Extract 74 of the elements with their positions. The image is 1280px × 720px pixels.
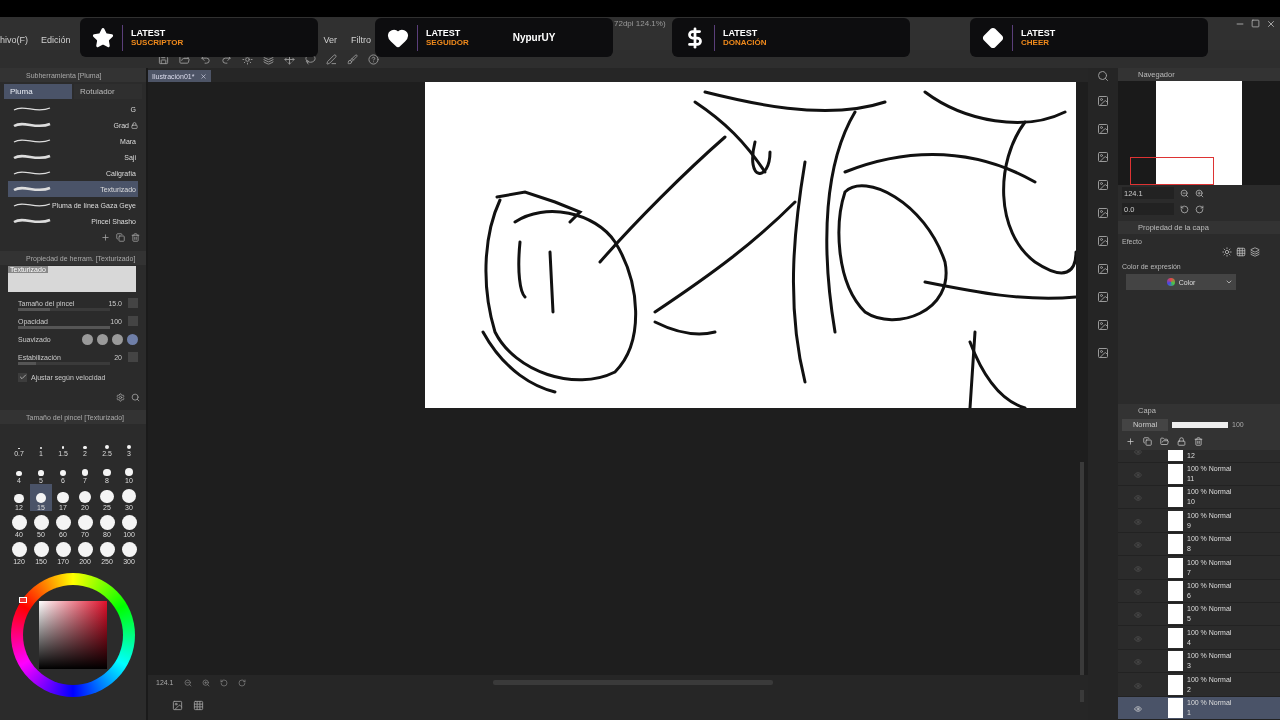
alert-type: SUSCRIPTOR xyxy=(131,37,184,47)
layer-thumbnail xyxy=(1168,581,1183,602)
alert-heading: LATEST xyxy=(1021,28,1056,38)
alert-type: SEGUIDOR xyxy=(426,37,469,47)
pen-icon[interactable] xyxy=(326,53,337,65)
window-title: 72dpi 124.1%) xyxy=(614,19,666,28)
alert-type: DONACIÓN xyxy=(723,37,767,47)
rotate-right-icon[interactable] xyxy=(1195,204,1204,214)
new-layer-icon[interactable] xyxy=(1126,436,1135,446)
search-icon[interactable] xyxy=(1097,70,1109,82)
smoothing-option[interactable] xyxy=(97,333,108,345)
subtool-tab[interactable]: Pluma xyxy=(4,84,72,99)
alert-name: NypurUY xyxy=(512,32,556,43)
chevron-down-icon xyxy=(1225,278,1233,286)
brush-stroke-icon xyxy=(12,152,52,162)
hue-handle[interactable] xyxy=(19,597,27,603)
view-frame[interactable] xyxy=(1130,157,1214,185)
menu-item[interactable]: Ver xyxy=(323,35,338,45)
lock-icon xyxy=(131,121,138,129)
brush-stroke-icon xyxy=(12,216,52,226)
opacity-slider[interactable] xyxy=(1172,421,1228,428)
folder-icon[interactable] xyxy=(1160,436,1169,446)
alert-heading: LATEST xyxy=(426,28,462,38)
image-icon[interactable] xyxy=(172,699,183,711)
settings-icon[interactable] xyxy=(116,392,125,402)
zoom-in-icon[interactable] xyxy=(201,678,210,687)
grid-icon[interactable] xyxy=(1236,247,1246,257)
grid-icon[interactable] xyxy=(193,699,204,711)
rotate-left-icon[interactable] xyxy=(1180,204,1189,214)
menu-item[interactable]: Filtro xyxy=(351,35,372,45)
layers-icon[interactable] xyxy=(1250,247,1260,257)
star-icon xyxy=(92,26,114,49)
layer-thumbnail xyxy=(1168,627,1183,648)
menu-item[interactable]: hivo(F) xyxy=(0,35,28,45)
search-icon[interactable] xyxy=(131,392,140,402)
alert-heading: LATEST xyxy=(131,28,167,38)
smoothing-option[interactable] xyxy=(127,333,138,345)
color-square[interactable] xyxy=(39,601,107,669)
close-icon[interactable] xyxy=(200,72,208,80)
layer-thumbnail xyxy=(1168,510,1183,531)
layer-thumbnail xyxy=(1168,698,1183,718)
layer-thumbnail xyxy=(1168,674,1183,695)
smoothing-option[interactable] xyxy=(82,333,93,345)
zoom-out-icon[interactable] xyxy=(183,678,192,687)
rotate-right-icon[interactable] xyxy=(237,678,246,687)
alert-type: CHEER xyxy=(1021,37,1050,47)
subtool-tab[interactable]: Rotulador xyxy=(74,84,142,99)
zoom-out-icon[interactable] xyxy=(1180,188,1189,198)
checkbox[interactable] xyxy=(18,372,27,382)
delete-icon[interactable] xyxy=(1194,436,1203,446)
lock-icon[interactable] xyxy=(1177,436,1186,446)
layer-thumbnail xyxy=(1168,651,1183,672)
diamond-icon xyxy=(982,26,1004,49)
layer-thumbnail xyxy=(1168,604,1183,625)
brush-icon[interactable] xyxy=(347,53,358,65)
copy-icon[interactable] xyxy=(116,232,125,242)
brush-stroke-icon xyxy=(12,120,52,130)
smoothing-option[interactable] xyxy=(112,333,123,345)
delete-icon[interactable] xyxy=(131,232,140,242)
zoom-in-icon[interactable] xyxy=(1195,188,1204,198)
layer-thumbnail xyxy=(1168,464,1183,485)
help-icon[interactable] xyxy=(368,53,379,65)
layer-thumbnail xyxy=(1168,487,1183,508)
rotate-left-icon[interactable] xyxy=(219,678,228,687)
maximize-icon[interactable] xyxy=(1251,18,1260,29)
close-icon[interactable] xyxy=(1266,18,1276,29)
effect-icon[interactable] xyxy=(1222,247,1232,257)
copy-icon[interactable] xyxy=(1143,436,1152,446)
layer-thumbnail xyxy=(1168,557,1183,578)
layer-thumbnail xyxy=(1168,534,1183,555)
alert-heading: LATEST xyxy=(723,28,759,38)
menu-item[interactable]: Edición xyxy=(41,35,71,45)
add-icon[interactable] xyxy=(101,232,110,242)
brush-stroke-icon xyxy=(12,184,52,194)
